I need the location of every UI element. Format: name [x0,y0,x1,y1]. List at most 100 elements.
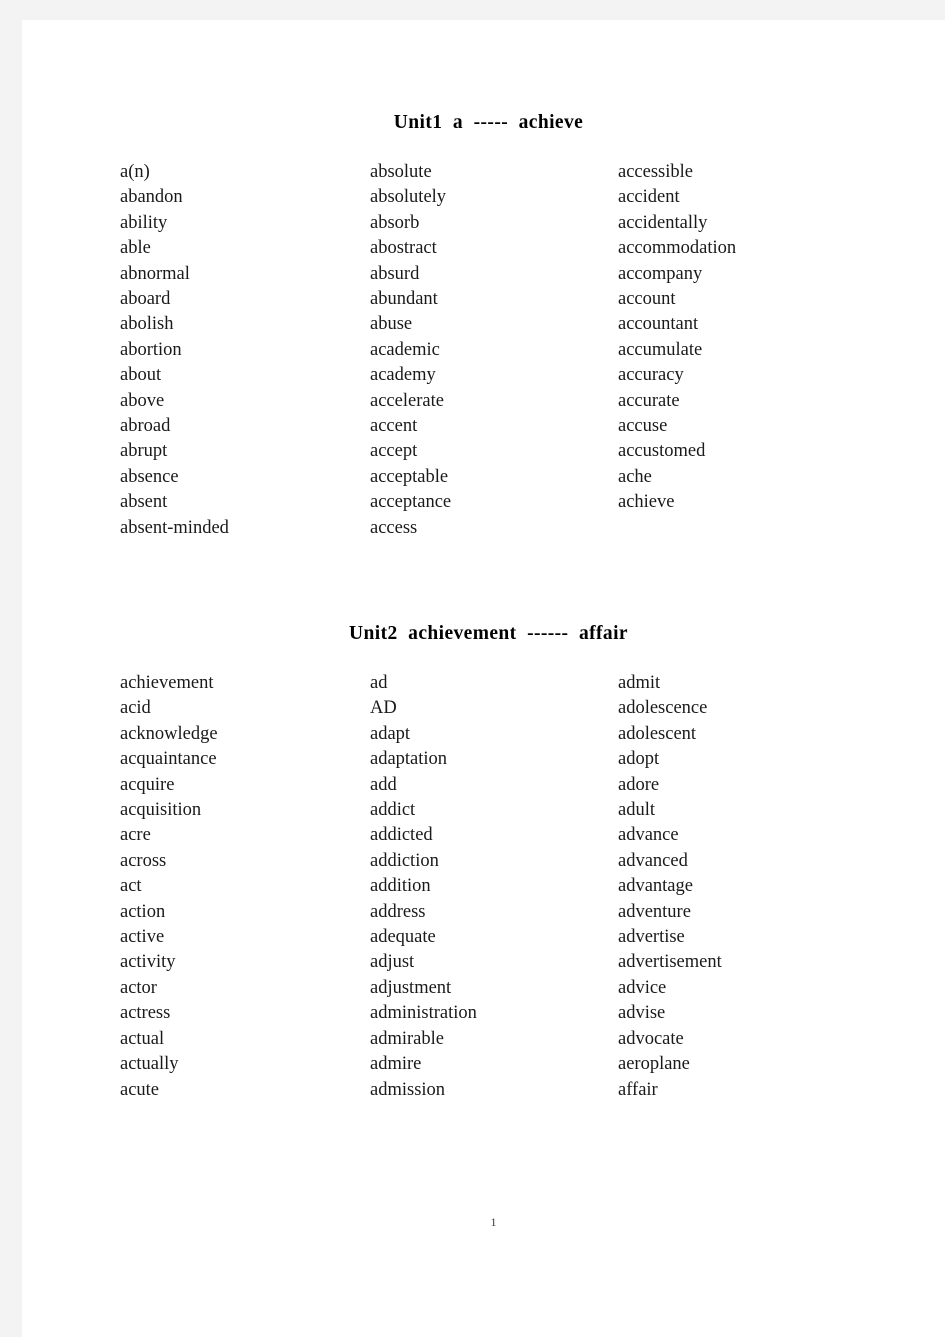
word-columns-1: a(n) abandon ability able abnormal aboard abol… [22,160,945,580]
word-item: acre [120,825,151,846]
word-item: academic [370,339,440,360]
word-column-2-1: achievement acid acknowledge acquaintance ac… [120,671,218,1103]
word-column-2-2: ad AD adapt adaptation add addict addicted addi… [370,671,477,1103]
word-item: abnormal [120,263,190,284]
word-item: advance [618,825,679,846]
word-item: accent [370,416,418,437]
word-item: act [120,876,142,897]
word-item: access [370,517,418,538]
word-item: affair [618,1079,658,1100]
word-item: achieve [618,492,675,513]
word-item: admirable [370,1028,444,1049]
word-item: achievement [120,673,214,693]
word-item: accommodation [618,238,737,259]
word-item: addiction [370,850,439,871]
word-item: acceptable [370,466,449,487]
word-item: absorb [370,212,420,233]
word-item: acquaintance [120,749,217,770]
document-page: Unit1 a ----- achieve a(n) abandon ability… [22,20,945,1337]
word-item: address [370,901,426,922]
word-item: add [370,774,397,795]
word-column-2-3: admit adolescence adolescent adopt adore adul… [618,671,722,1103]
word-item: abundant [370,289,438,310]
unit-section-2: Unit2 achievement ------ affair achievem… [22,623,945,1100]
word-item: addition [370,876,431,897]
word-item: ability [120,212,168,233]
word-columns-2: achievement acid acknowledge acquaintance ac… [22,671,945,1100]
word-item: advise [618,1003,666,1024]
word-item: above [120,390,165,411]
word-item: academy [370,365,436,386]
word-item: accessible [618,162,693,182]
word-item: aboard [120,289,171,310]
word-item: adopt [618,749,660,770]
word-item: action [120,901,166,922]
word-item: aeroplane [618,1054,690,1075]
word-item: abrupt [120,441,168,462]
word-item: adolescent [618,723,697,744]
word-item: a(n) [120,162,150,182]
word-column-1-3: accessible accident accidentally accommodat… [618,160,736,516]
word-item: adult [618,800,655,821]
word-item: abroad [120,416,171,437]
word-item: accompany [618,263,703,284]
word-item: acquire [120,774,175,795]
word-item: admission [370,1079,446,1100]
word-item: abostract [370,238,437,259]
word-item: accelerate [370,390,444,411]
word-item: advantage [618,876,693,897]
word-item: acute [120,1079,160,1100]
word-item: adjustment [370,977,452,998]
word-item: advice [618,977,667,998]
word-item: actress [120,1003,171,1024]
word-item: account [618,289,676,310]
word-item: AD [370,698,397,719]
word-item: actual [120,1028,165,1049]
word-item: abandon [120,187,183,208]
page-number: 1 [490,1215,497,1229]
word-item: accuse [618,416,668,437]
word-item: about [120,365,162,386]
word-item: accumulate [618,339,703,360]
word-item: advertisement [618,952,722,973]
word-item: acquisition [120,800,202,821]
word-item: addicted [370,825,433,846]
word-item: absolute [370,162,432,182]
word-item: adapt [370,723,411,744]
word-item: addict [370,800,416,821]
word-item: adjust [370,952,415,973]
word-item: administration [370,1003,477,1024]
word-item: abolish [120,314,174,335]
word-item: advertise [618,927,685,948]
word-item: adolescence [618,698,708,719]
word-item: accuracy [618,365,684,386]
word-item: advanced [618,850,688,871]
word-item: active [120,927,165,948]
word-item: acceptance [370,492,452,513]
word-item: acid [120,698,151,719]
word-item: admit [618,673,661,693]
word-item: admire [370,1054,422,1075]
word-item: accidentally [618,212,708,233]
word-item: activity [120,952,176,973]
word-column-1-2: absolute absolutely absorb abostract absurd a… [370,160,451,541]
word-item: advocate [618,1028,684,1049]
word-item: adequate [370,927,436,948]
word-item: abuse [370,314,413,335]
unit-heading-2: Unit2 achievement ------ affair [349,623,628,644]
word-item: ache [618,466,652,487]
word-item: across [120,850,167,871]
word-item: adaptation [370,749,448,770]
unit-heading-1: Unit1 a ----- achieve [393,112,584,133]
word-item: acknowledge [120,723,218,744]
word-item: accountant [618,314,699,335]
word-item: accept [370,441,418,462]
word-item: accurate [618,390,680,411]
word-item: actually [120,1054,179,1075]
word-item: absent-minded [120,517,229,538]
word-item: accident [618,187,680,208]
word-item: absent [120,492,168,513]
word-item: able [120,238,151,259]
word-item: ad [370,673,388,693]
word-item: abortion [120,339,182,360]
